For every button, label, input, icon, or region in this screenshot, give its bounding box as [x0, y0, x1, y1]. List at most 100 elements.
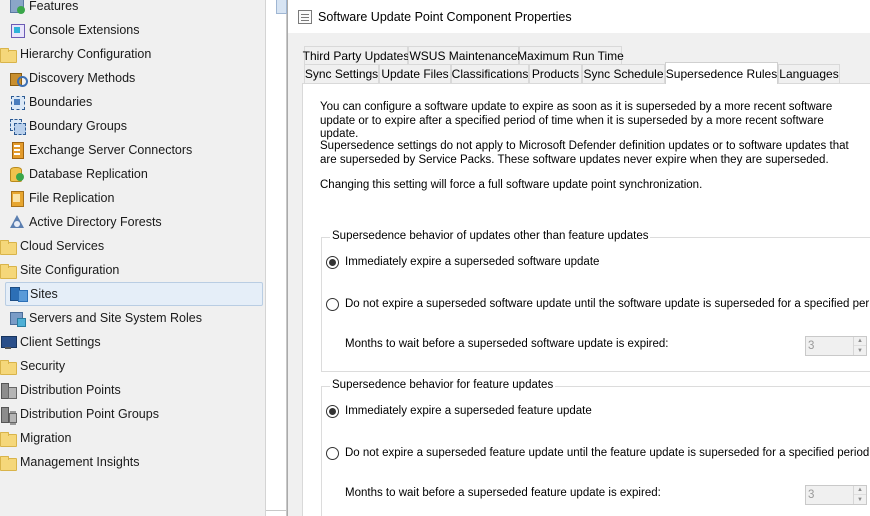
spin-down-icon[interactable]: ▼	[854, 346, 866, 355]
nav-item-label: Features	[29, 0, 79, 13]
nav-item-label: Exchange Server Connectors	[29, 143, 193, 157]
distribution-points-icon	[0, 382, 17, 399]
nav-item-exchange-server-connectors[interactable]: Exchange Server Connectors	[9, 139, 192, 161]
nav-item-label: Distribution Points	[20, 383, 121, 397]
nav-item-management-insights[interactable]: Management Insights	[0, 451, 140, 473]
nav-item-cloud-services[interactable]: Cloud Services	[0, 235, 104, 257]
nav-item-label: Console Extensions	[29, 23, 140, 37]
months-spinner-feature[interactable]: ▲ ▼	[805, 485, 867, 505]
nav-item-label: Boundaries	[29, 95, 93, 109]
spin-down-icon[interactable]: ▼	[854, 495, 866, 504]
radio-immediately-expire-software-update[interactable]: Immediately expire a superseded software…	[326, 255, 599, 269]
folder-icon	[0, 238, 17, 255]
boundary-groups-icon	[9, 118, 26, 135]
nav-item-servers-and-site-system-roles[interactable]: Servers and Site System Roles	[9, 307, 202, 329]
dialog-title: Software Update Point Component Properti…	[318, 9, 572, 24]
nav-item-sites[interactable]: Sites	[5, 282, 263, 306]
radio-button-checked[interactable]	[326, 404, 339, 418]
tab-sync-schedule[interactable]: Sync Schedule	[582, 64, 665, 83]
radio-label: Do not expire a superseded feature updat…	[345, 447, 870, 459]
tab-products[interactable]: Products	[529, 64, 582, 83]
nav-item-active-directory-forests[interactable]: Active Directory Forests	[9, 211, 162, 233]
radio-button[interactable]	[326, 297, 339, 311]
navigation-tree: Features Console Extensions Hierarchy Co…	[0, 0, 266, 516]
nav-item-security[interactable]: Security	[0, 355, 65, 377]
nav-item-distribution-point-groups[interactable]: Distribution Point Groups	[0, 403, 159, 425]
nav-item-file-replication[interactable]: File Replication	[9, 187, 114, 209]
sites-icon	[10, 286, 28, 302]
tab-third-party-updates[interactable]: Third Party Updates	[303, 46, 409, 65]
nav-item-label: Discovery Methods	[29, 71, 136, 85]
nav-item-distribution-points[interactable]: Distribution Points	[0, 379, 121, 401]
nav-item-boundary-groups[interactable]: Boundary Groups	[9, 115, 127, 137]
months-label-feature: Months to wait before a superseded featu…	[345, 487, 661, 499]
nav-item-client-settings[interactable]: Client Settings	[0, 331, 101, 353]
months-input-software[interactable]	[806, 337, 854, 355]
tab-sync-settings[interactable]: Sync Settings	[304, 64, 379, 83]
features-icon	[9, 0, 25, 14]
console-extensions-icon	[9, 22, 25, 38]
nav-item-database-replication[interactable]: Database Replication	[9, 163, 148, 185]
radio-label: Immediately expire a superseded software…	[345, 256, 600, 268]
dialog-titlebar[interactable]: Software Update Point Component Properti…	[288, 0, 870, 33]
spinner-buttons: ▲ ▼	[853, 337, 866, 355]
nav-item-migration[interactable]: Migration	[0, 427, 71, 449]
nav-item-boundaries[interactable]: Boundaries	[9, 91, 92, 113]
nav-item-label: Servers and Site System Roles	[29, 311, 202, 325]
description-defender: Supersedence settings do not apply to Mi…	[320, 140, 849, 166]
spinner-buttons: ▲ ▼	[853, 486, 866, 504]
servers-roles-icon	[9, 310, 26, 327]
tab-languages[interactable]: Languages	[778, 64, 840, 83]
tab-maximum-run-time[interactable]: Maximum Run Time	[517, 46, 624, 65]
nav-item-label: Boundary Groups	[29, 119, 127, 133]
radio-button[interactable]	[326, 446, 339, 460]
description-full-sync: Changing this setting will force a full …	[320, 179, 703, 191]
distribution-point-groups-icon	[0, 406, 17, 423]
nav-item-label: Active Directory Forests	[29, 215, 162, 229]
nav-item-label: Management Insights	[20, 455, 140, 469]
spin-up-icon[interactable]: ▲	[854, 486, 866, 495]
nav-item-label: Migration	[20, 431, 72, 445]
description-expire: You can configure a software update to e…	[320, 101, 833, 140]
spin-up-icon[interactable]: ▲	[854, 337, 866, 346]
nav-item-label: Security	[20, 359, 66, 373]
nav-item-features[interactable]: Features	[9, 0, 78, 17]
radio-immediately-expire-feature-update[interactable]: Immediately expire a superseded feature …	[326, 404, 592, 418]
nav-item-discovery-methods[interactable]: Discovery Methods	[9, 67, 135, 89]
folder-icon	[0, 46, 17, 63]
months-label-software: Months to wait before a superseded softw…	[345, 338, 669, 350]
radio-button-checked[interactable]	[326, 255, 339, 269]
nav-item-label: Site Configuration	[20, 263, 120, 277]
client-settings-icon	[0, 334, 17, 350]
properties-dialog: Software Update Point Component Properti…	[287, 0, 870, 516]
supersedence-rules-panel: You can configure a software update to e…	[302, 83, 870, 516]
dialog-window-icon	[298, 9, 312, 24]
tab-update-files[interactable]: Update Files	[379, 64, 451, 83]
column-header-stub	[276, 0, 287, 14]
nav-item-hierarchy-configuration[interactable]: Hierarchy Configuration	[0, 43, 151, 65]
boundaries-icon	[9, 94, 25, 110]
months-spinner-software[interactable]: ▲ ▼	[805, 336, 867, 356]
results-pane-bottom	[266, 510, 287, 516]
nav-item-console-extensions[interactable]: Console Extensions	[9, 19, 139, 41]
tab-wsus-maintenance[interactable]: WSUS Maintenance	[408, 46, 519, 65]
group-legend: Supersedence behavior of updates other t…	[330, 230, 651, 242]
folder-icon	[0, 454, 17, 471]
exchange-connector-icon	[9, 142, 25, 159]
nav-item-label: File Replication	[29, 191, 115, 205]
group-legend: Supersedence behavior for feature update…	[330, 379, 556, 391]
nav-item-label: Sites	[30, 287, 58, 301]
tab-classifications[interactable]: Classifications	[451, 64, 529, 83]
tab-supersedence-rules[interactable]: Supersedence Rules	[665, 62, 778, 84]
ad-forests-icon	[9, 214, 25, 230]
nav-item-label: Client Settings	[20, 335, 101, 349]
months-input-feature[interactable]	[806, 486, 854, 504]
folder-icon	[0, 358, 17, 375]
radio-wait-expire-software-update[interactable]: Do not expire a superseded software upda…	[326, 297, 870, 311]
radio-label: Do not expire a superseded software upda…	[345, 298, 870, 310]
database-replication-icon	[9, 166, 25, 182]
radio-label: Immediately expire a superseded feature …	[345, 405, 592, 417]
nav-item-site-configuration[interactable]: Site Configuration	[0, 259, 119, 281]
file-replication-icon	[9, 190, 25, 207]
radio-wait-expire-feature-update[interactable]: Do not expire a superseded feature updat…	[326, 446, 869, 460]
